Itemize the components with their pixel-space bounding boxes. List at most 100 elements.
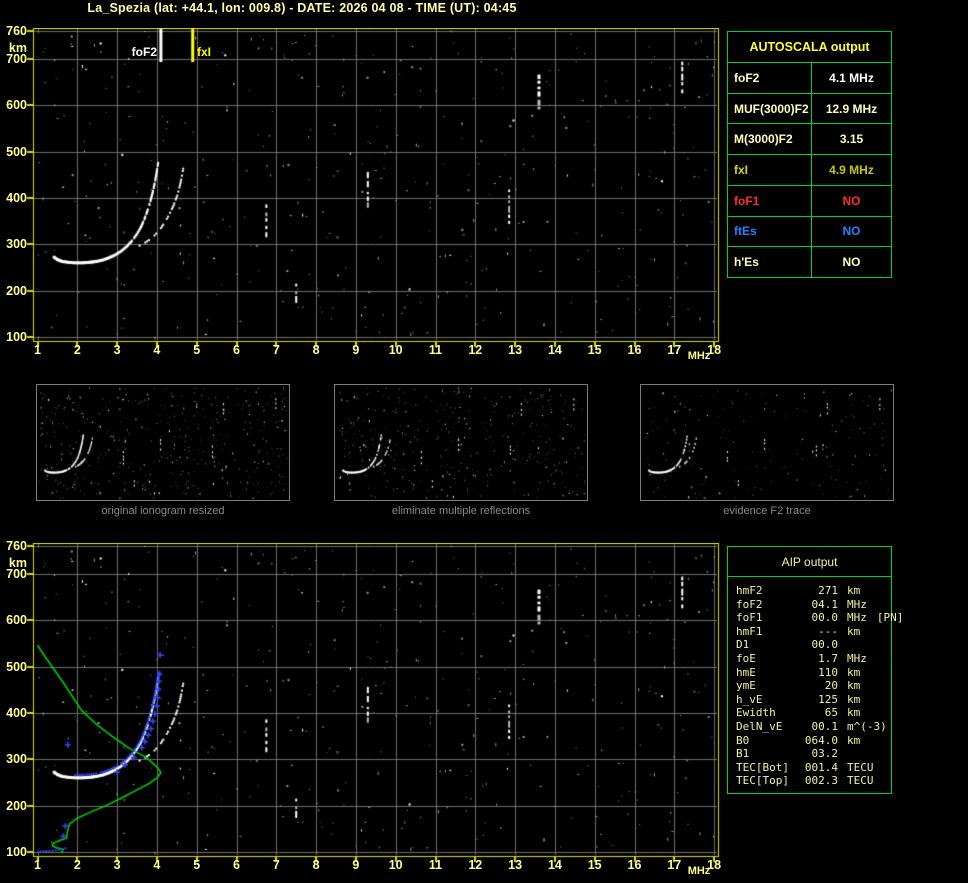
- aip-l: DelN_vE: [736, 719, 783, 733]
- page-title: La_Spezia (lat: +44.1, lon: 009.8) - DAT…: [87, 1, 517, 15]
- x-tick-label: 15: [587, 858, 602, 872]
- aip-l: Ewidth: [736, 706, 776, 720]
- autoscala-row-label: MUF(3000)F2: [728, 93, 812, 124]
- aip-v: 002.3: [804, 774, 838, 788]
- aip-l: foF2: [736, 597, 763, 611]
- autoscala-row-fof2: foF2 4.1 MHz: [728, 63, 891, 94]
- aip-row-hme: hmE 110 km: [736, 666, 891, 680]
- aip-l: B0: [736, 733, 750, 747]
- x-tick-label: 9: [352, 858, 360, 872]
- autoscala-row-ftes: ftEs NO: [728, 216, 891, 248]
- x-tick-label: 4: [153, 343, 161, 357]
- x-tick-label: 14: [547, 343, 562, 357]
- x-tick-label: 12: [468, 858, 483, 872]
- x-tick-label: 1: [34, 858, 41, 872]
- autoscala-row-value: 3.15: [839, 132, 864, 147]
- thumbnail-eliminate-reflections: [334, 384, 588, 501]
- aip-v: 65: [824, 706, 838, 720]
- aip-row-hmf2: hmF2 271 km: [736, 584, 891, 598]
- aip-v: 20: [824, 679, 838, 693]
- x-tick-label: 13: [508, 858, 523, 872]
- y-tick-label: 300: [6, 752, 27, 767]
- thumbnail-original-ionogram: [36, 384, 290, 501]
- x-tick-label: 8: [312, 343, 320, 357]
- autoscala-row-m3000f2: M(3000)F2 3.15: [728, 124, 891, 156]
- aip-row-delnve: DelN_vE 00.1 m^(-3): [736, 720, 891, 734]
- x-tick-label: 14: [547, 858, 562, 872]
- top-ionogram-plot: [25, 28, 727, 350]
- y-tick-label: 200: [6, 798, 27, 813]
- x-tick-label: 2: [73, 343, 81, 357]
- aip-row-fof2: foF2 04.1 MHz: [736, 598, 891, 612]
- aip-row-foe: foE 1.7 MHz: [736, 652, 891, 666]
- aip-row-b1: B1 03.2: [736, 747, 891, 761]
- aip-row-tectop: TEC[Top] 002.3 TECU: [736, 774, 891, 788]
- thumbnail-caption-original: original ionogram resized: [101, 505, 225, 517]
- aip-row-hmf1: hmF1 --- km: [736, 625, 891, 639]
- autoscala-output-panel: AUTOSCALA output foF2 4.1 MHz MUF(3000)F2 1…: [727, 31, 892, 278]
- aip-row-hve: h_vE 125 km: [736, 693, 891, 707]
- aip-v: 110: [818, 665, 838, 679]
- aip-v: 00.0: [811, 638, 839, 652]
- y-axis-unit: km: [8, 41, 27, 55]
- aip-v: ---: [818, 624, 838, 638]
- autoscala-row-label: foF1: [728, 185, 812, 216]
- autoscala-panel-header: AUTOSCALA output: [728, 32, 891, 63]
- aip-l: foF1: [736, 611, 763, 625]
- x-tick-label: 5: [193, 858, 201, 872]
- aip-output-panel: AIP output hmF2 271 km foF2 04.1 MHz foF1 00.0 M…: [727, 546, 903, 794]
- aip-v: 1.7: [818, 651, 838, 665]
- x-tick-label: 8: [312, 858, 320, 872]
- aip-panel-header: AIP output: [728, 547, 891, 577]
- x-tick-label: 2: [73, 858, 81, 872]
- autoscala-row-value: 4.9 MHz: [829, 163, 874, 178]
- x-tick-label: 7: [272, 343, 280, 357]
- autoscala-row-hes: h'Es NO: [728, 247, 891, 278]
- aip-v: 001.4: [804, 760, 838, 774]
- x-tick-label: 10: [388, 343, 403, 357]
- x-tick-label: 10: [388, 858, 403, 872]
- y-tick-label: 760: [6, 539, 27, 553]
- aip-l: h_vE: [736, 692, 763, 706]
- x-tick-label: 11: [428, 858, 443, 872]
- autoscala-row-value: NO: [842, 224, 861, 239]
- autoscala-row-fxi: fxI 4.9 MHz: [728, 155, 891, 186]
- autoscala-row-label: foF2: [728, 63, 812, 93]
- x-tick-label: 5: [193, 343, 201, 357]
- x-tick-label: 4: [153, 858, 161, 872]
- y-tick-label: 300: [6, 237, 27, 252]
- aip-u: m^(-3): [847, 719, 887, 733]
- aip-u: km: [847, 692, 861, 706]
- aip-row-b0: B0 064.0 km: [736, 734, 891, 748]
- x-axis-unit: MHz: [687, 865, 711, 877]
- autoscala-row-fof1: foF1 NO: [728, 185, 891, 217]
- bottom-ionogram-profile-plot: [25, 543, 727, 865]
- aip-l: B1: [736, 747, 750, 761]
- aip-u: km: [847, 706, 861, 720]
- x-tick-label: 16: [627, 858, 642, 872]
- aip-row-yme: ymE 20 km: [736, 679, 891, 693]
- x-tick-label: 3: [113, 858, 121, 872]
- x-tick-label: 16: [627, 343, 642, 357]
- aip-v: 00.1: [811, 719, 839, 733]
- x-tick-label: 3: [113, 343, 121, 357]
- aip-v: 125: [818, 692, 838, 706]
- y-tick-label: 600: [6, 613, 27, 628]
- aip-v: 04.1: [811, 597, 839, 611]
- aip-l: TEC[Top]: [736, 774, 789, 788]
- y-tick-label: 500: [6, 659, 27, 674]
- autoscala-row-muf3000f2: MUF(3000)F2 12.9 MHz: [728, 93, 891, 125]
- x-tick-label: 11: [428, 343, 443, 357]
- autoscala-row-value: NO: [842, 255, 861, 270]
- aip-l: ymE: [736, 679, 756, 693]
- x-tick-label: 13: [508, 343, 523, 357]
- aip-row-d1: D1 00.0: [736, 638, 891, 652]
- y-tick-label: 400: [6, 705, 27, 720]
- aip-l: hmF2: [736, 584, 763, 597]
- aip-u: km: [847, 665, 861, 679]
- aip-u: TECU: [847, 760, 874, 774]
- aip-l: TEC[Bot]: [736, 760, 789, 774]
- aip-u: MHz: [847, 651, 867, 665]
- aip-v: 03.2: [811, 747, 839, 761]
- autoscala-window: { "title": "La_Spezia (lat: +44.1, lon: …: [0, 0, 968, 883]
